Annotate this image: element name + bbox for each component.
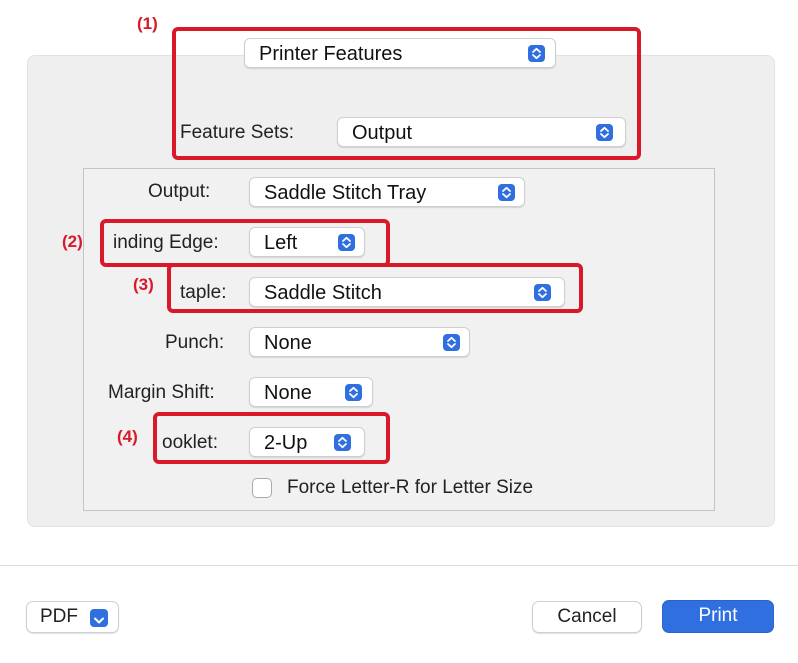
- chevron-down-icon: [90, 609, 108, 627]
- callout-number-1: (1): [137, 14, 158, 33]
- callout-number-4: (4): [117, 427, 138, 446]
- up-down-chevron-icon: [345, 384, 362, 401]
- punch-label: Punch:: [165, 332, 225, 353]
- highlight-box-2: [100, 219, 390, 267]
- cancel-label: Cancel: [557, 606, 617, 627]
- highlight-box-1: [172, 27, 641, 160]
- margin-shift-popup[interactable]: None: [249, 377, 373, 407]
- output-value: Saddle Stitch Tray: [264, 182, 427, 204]
- punch-value: None: [264, 332, 312, 354]
- punch-popup[interactable]: None: [249, 327, 470, 357]
- callout-number-3: (3): [133, 275, 154, 294]
- callout-number-2: (2): [62, 232, 83, 251]
- pdf-label: PDF: [40, 606, 78, 627]
- up-down-chevron-icon: [498, 184, 515, 201]
- cancel-button[interactable]: Cancel: [532, 601, 642, 633]
- print-button[interactable]: Print: [662, 600, 774, 633]
- force-letter-checkbox[interactable]: [252, 478, 272, 498]
- highlight-box-3: [167, 263, 583, 313]
- print-label: Print: [698, 605, 738, 626]
- margin-shift-value: None: [264, 382, 312, 404]
- up-down-chevron-icon: [443, 334, 460, 351]
- highlight-box-4: [153, 412, 390, 464]
- footer-divider: [0, 565, 798, 566]
- force-letter-label: Force Letter-R for Letter Size: [287, 477, 534, 498]
- output-popup[interactable]: Saddle Stitch Tray: [249, 177, 525, 207]
- output-label: Output:: [148, 181, 211, 202]
- pdf-menu-button[interactable]: PDF: [26, 601, 119, 633]
- margin-shift-label: Margin Shift:: [108, 382, 215, 403]
